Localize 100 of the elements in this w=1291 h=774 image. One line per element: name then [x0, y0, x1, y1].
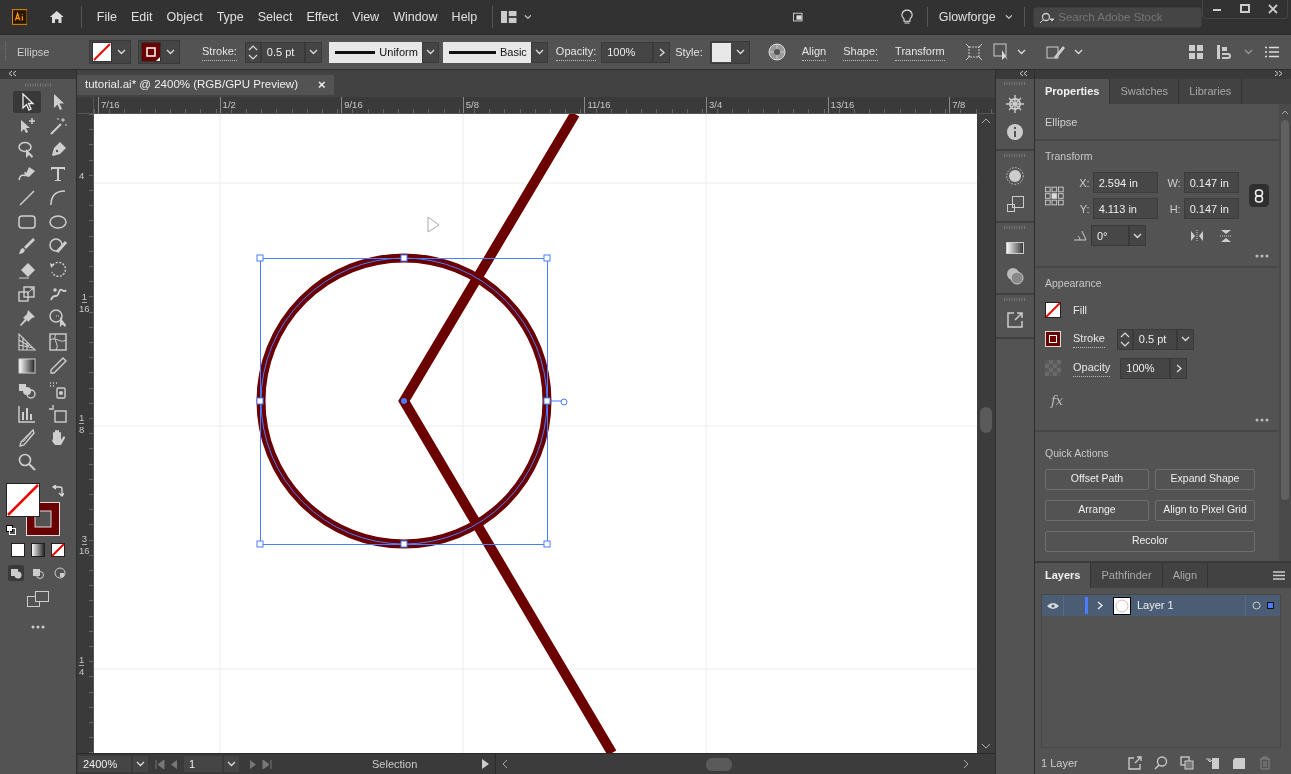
export-icon[interactable]	[1006, 311, 1024, 329]
info-icon[interactable]	[1006, 123, 1024, 141]
fill-swatch[interactable]	[1045, 302, 1061, 319]
selection-square-icon[interactable]	[1267, 602, 1274, 609]
chevron-right-icon[interactable]	[1175, 363, 1182, 373]
flip-horizontal-icon[interactable]	[1190, 229, 1204, 242]
caret-icon[interactable]	[1073, 49, 1083, 55]
lightbulb-icon[interactable]	[900, 8, 913, 26]
flip-vertical-icon[interactable]	[1220, 228, 1232, 243]
menu-item[interactable]: Edit	[124, 7, 160, 27]
workspace-switcher[interactable]: Glowforge	[938, 7, 996, 27]
caret-icon[interactable]	[534, 49, 544, 55]
angle-icon[interactable]	[1073, 230, 1087, 242]
opacity-label[interactable]: Opacity	[1073, 359, 1111, 377]
gradient-mode-icon[interactable]	[31, 543, 45, 557]
panel-menu-icon[interactable]	[1273, 571, 1285, 580]
style-swatch[interactable]	[711, 42, 731, 62]
isolate-icon[interactable]	[964, 43, 983, 61]
panel-tab[interactable]: Swatches	[1110, 79, 1180, 104]
more-icon[interactable]	[31, 625, 45, 629]
panel-tab[interactable]: Properties	[1035, 79, 1111, 104]
quick-action-button[interactable]: Arrange	[1045, 499, 1149, 521]
fill-swatch[interactable]	[6, 483, 40, 517]
control-link[interactable]: Shape:	[843, 43, 879, 61]
screen-mode-icon[interactable]	[27, 591, 49, 607]
chevron-right-icon[interactable]	[1097, 601, 1103, 610]
menu-item[interactable]: Select	[250, 7, 300, 27]
transparency-icon[interactable]	[1006, 267, 1024, 285]
stroke-label[interactable]: Stroke:	[202, 43, 237, 61]
target-circle-icon[interactable]	[1252, 601, 1261, 610]
tab-close[interactable]: ×	[318, 75, 326, 95]
arrange-grid-icon[interactable]	[1188, 44, 1204, 60]
scroll-thumb[interactable]	[706, 757, 732, 771]
value-field[interactable]: 2.594 in	[1092, 172, 1158, 194]
scroll-up-icon[interactable]	[981, 118, 991, 124]
brightness-icon[interactable]	[1006, 167, 1024, 185]
panel-tab[interactable]: Libraries	[1179, 79, 1243, 104]
swap-icon[interactable]	[52, 485, 64, 497]
caret-icon[interactable]	[136, 761, 145, 767]
layout-icon[interactable]	[501, 10, 517, 24]
quick-action-button[interactable]: Recolor	[1045, 530, 1255, 552]
stepper-icon[interactable]	[244, 41, 261, 63]
stroke-label[interactable]: Stroke	[1073, 330, 1105, 348]
search-icon[interactable]	[1153, 756, 1168, 770]
menu-item[interactable]: Effect	[299, 7, 346, 27]
panel-tab[interactable]: Layers	[1035, 563, 1092, 588]
first-page-icon[interactable]	[155, 759, 165, 769]
align-panel-icon[interactable]	[1216, 44, 1232, 60]
caret-icon[interactable]	[1004, 14, 1013, 20]
reference-point-icon[interactable]	[1045, 186, 1064, 207]
menu-item[interactable]: Type	[209, 7, 251, 27]
quick-action-button[interactable]: Offset Path	[1045, 468, 1149, 490]
value-field[interactable]: 0.147 in	[1183, 198, 1239, 220]
stroke-weight-field[interactable]: 0.5 pt	[260, 41, 305, 63]
angle-field[interactable]: 0°	[1091, 225, 1129, 247]
opacity-field[interactable]: 100%	[601, 41, 654, 63]
chain-link-icon[interactable]	[1253, 188, 1264, 203]
last-page-icon[interactable]	[262, 759, 272, 769]
opacity-label[interactable]: Opacity:	[555, 43, 597, 61]
prev-page-icon[interactable]	[171, 759, 177, 769]
scroll-down-icon[interactable]	[981, 743, 991, 749]
grip-icon[interactable]	[4, 42, 7, 62]
color-mode-icon[interactable]	[11, 543, 25, 557]
status-tool-label[interactable]: Selection	[372, 755, 482, 773]
opacity-field[interactable]: 100%	[1120, 357, 1171, 379]
value-field[interactable]: 4.113 in	[1092, 198, 1158, 220]
color-wheel-icon[interactable]	[767, 43, 786, 61]
next-page-icon[interactable]	[250, 759, 256, 769]
collapse-icon[interactable]	[8, 70, 17, 77]
export-icon[interactable]	[1127, 756, 1142, 770]
default-colors-icon[interactable]	[6, 525, 16, 535]
menu-item[interactable]: Object	[159, 7, 210, 27]
stroke-weight-field[interactable]: 0.5 pt	[1132, 328, 1177, 350]
quick-action-button[interactable]: Align to Pixel Grid	[1155, 499, 1255, 521]
caret-icon[interactable]	[166, 49, 175, 55]
caret-icon[interactable]	[117, 49, 126, 55]
play-icon[interactable]	[482, 759, 489, 769]
caret-icon[interactable]	[523, 14, 532, 20]
stroke-swatch[interactable]	[141, 42, 161, 62]
value-field[interactable]: 0.147 in	[1183, 172, 1239, 194]
control-link[interactable]: Align	[801, 43, 827, 61]
edit-pencil-icon[interactable]	[1045, 43, 1066, 61]
draw-inside-icon[interactable]	[52, 565, 68, 581]
menu-item[interactable]: Help	[444, 7, 485, 27]
caret-icon[interactable]	[1016, 49, 1026, 55]
move-layer-icon[interactable]	[1205, 756, 1220, 770]
scroll-up-icon[interactable]	[1281, 110, 1290, 115]
none-mode-icon[interactable]	[51, 543, 65, 557]
more-icon[interactable]	[1255, 254, 1270, 259]
list-menu-icon[interactable]	[1265, 46, 1279, 58]
caret-icon[interactable]	[308, 49, 318, 55]
quick-action-button[interactable]: Expand Shape	[1155, 468, 1255, 490]
stepper-icon[interactable]	[1116, 328, 1133, 350]
fill-swatch[interactable]	[92, 42, 112, 62]
eye-icon[interactable]	[1046, 601, 1059, 610]
caret-icon[interactable]	[425, 49, 435, 55]
panel-tab[interactable]: Align	[1162, 563, 1209, 588]
navigator-icon[interactable]	[1006, 95, 1024, 113]
scroll-right-icon[interactable]	[963, 759, 969, 769]
chevron-right-icon[interactable]	[658, 47, 665, 57]
